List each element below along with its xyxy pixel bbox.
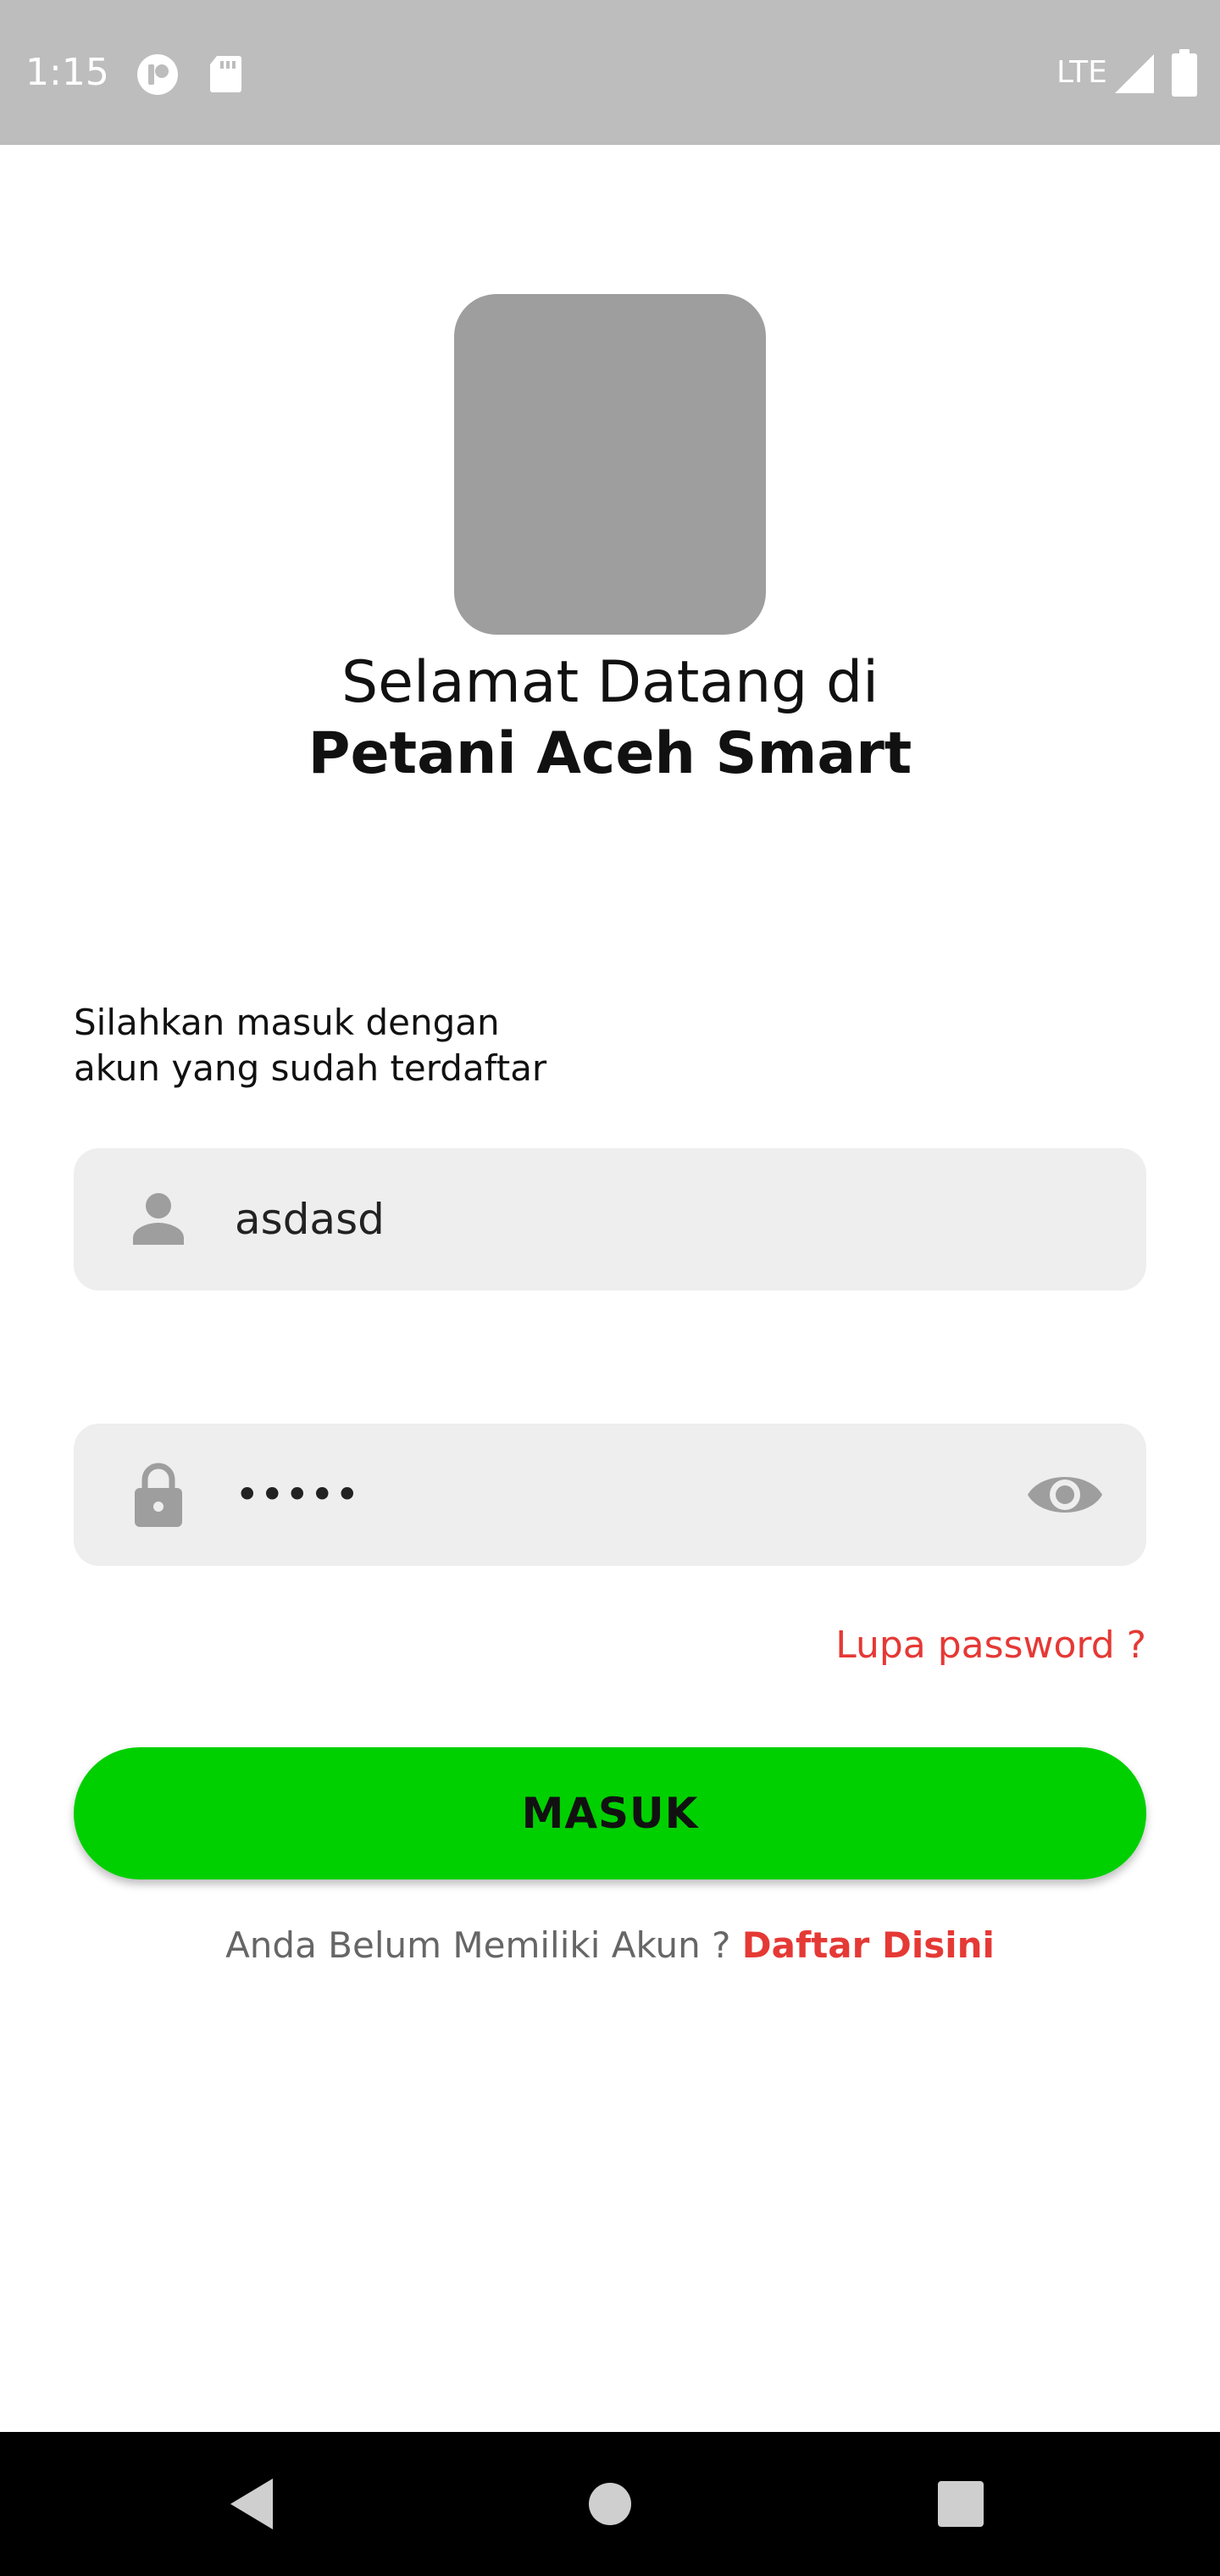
signal-icon [1115,54,1154,93]
eye-icon[interactable] [1024,1461,1106,1529]
app-logo [454,294,766,635]
login-screen: 1:15 LTE Selamat Datang di Petani Aceh S… [0,0,1220,2576]
status-time: 1:15 [25,51,109,94]
username-input[interactable] [235,1148,997,1291]
forgot-password-link[interactable]: Lupa password ? [835,1620,1146,1671]
login-instruction: Silahkan masuk dengan akun yang sudah te… [74,1000,836,1091]
login-button[interactable]: MASUK [74,1747,1146,1879]
password-field[interactable]: ••••• [74,1424,1146,1566]
instruction-line-1: Silahkan masuk dengan [74,1002,500,1043]
back-button[interactable] [186,2432,322,2576]
home-icon [589,2483,631,2525]
register-link[interactable]: Daftar Disini [742,1924,995,1966]
notification-icon [137,54,178,95]
navigation-bar [0,2432,1220,2576]
username-field[interactable] [74,1148,1146,1291]
recents-button[interactable] [893,2432,1029,2576]
person-icon [133,1193,184,1245]
welcome-title: Selamat Datang di [341,649,879,716]
home-button[interactable] [542,2432,678,2576]
lock-icon [135,1463,182,1527]
register-row: Anda Belum Memiliki Akun ? Daftar Disini [0,1920,1220,1971]
battery-icon [1172,49,1197,97]
status-bar: 1:15 LTE [0,0,1220,145]
recents-icon [938,2481,984,2527]
register-prompt: Anda Belum Memiliki Akun ? [225,1924,731,1966]
app-name: Petani Aceh Smart [308,720,912,787]
sd-card-icon [210,56,241,92]
network-type: LTE [1056,55,1107,90]
back-icon [230,2479,273,2529]
instruction-line-2: akun yang sudah terdaftar [74,1047,547,1089]
password-input[interactable]: ••••• [235,1424,997,1566]
